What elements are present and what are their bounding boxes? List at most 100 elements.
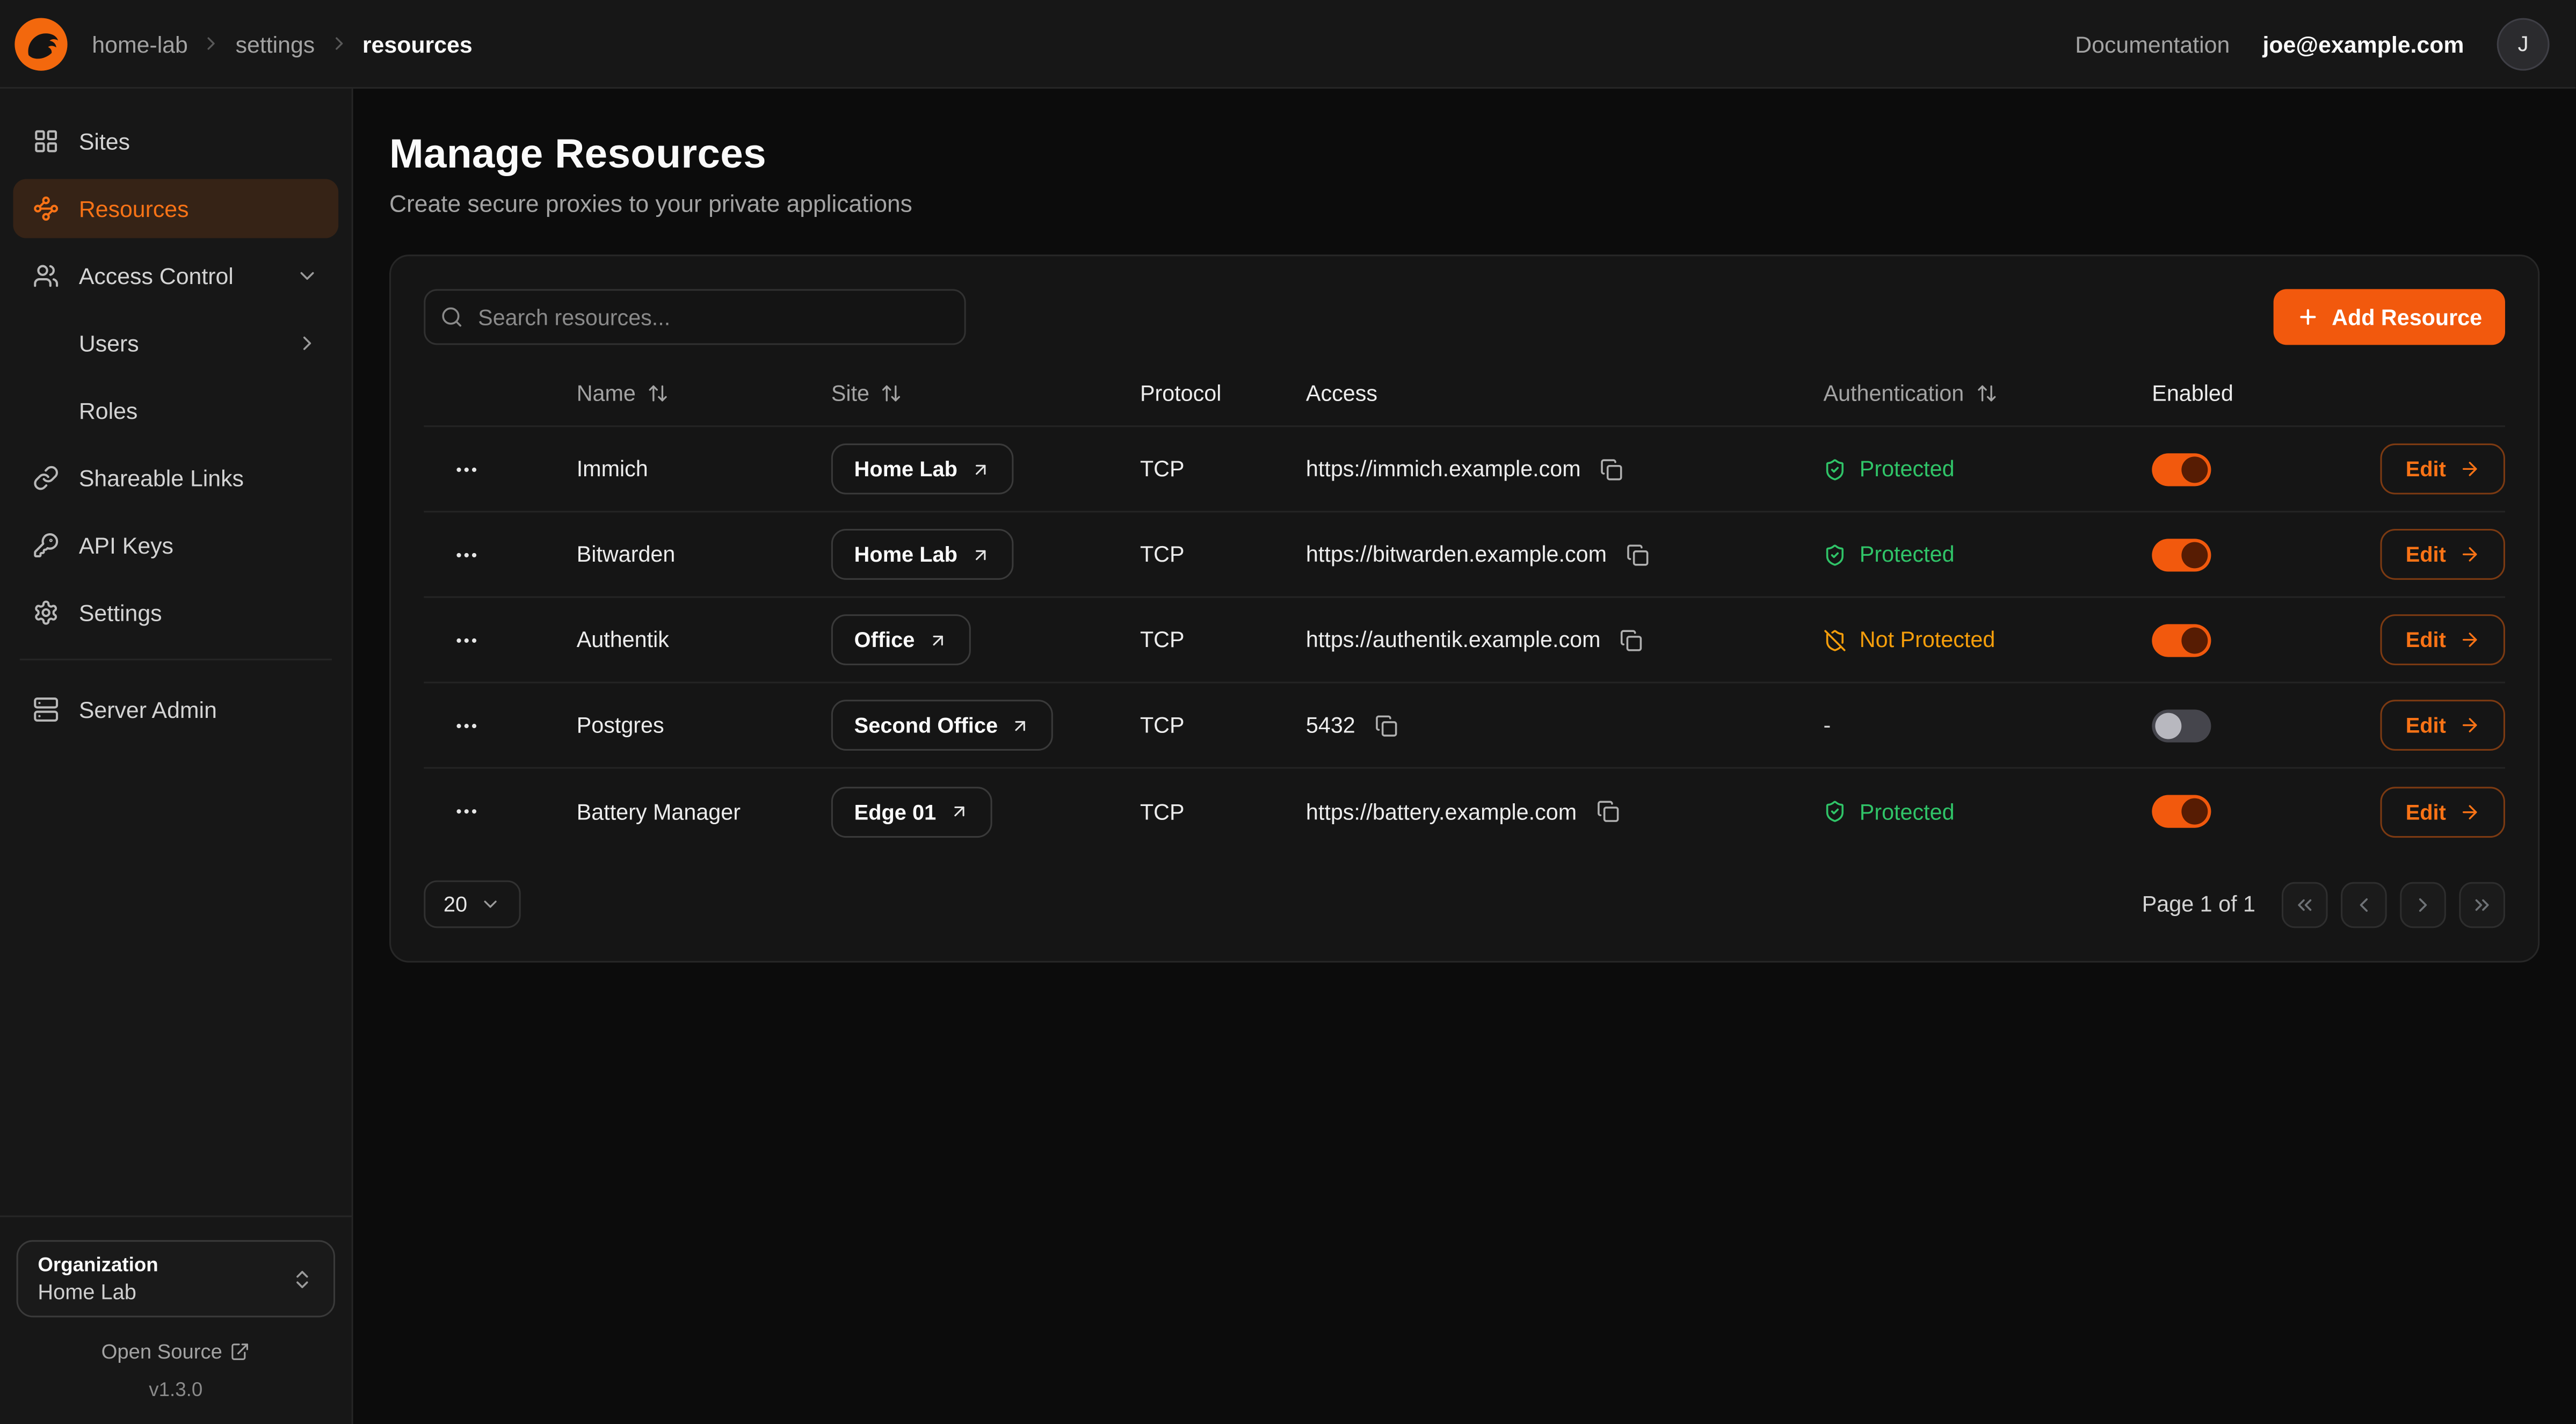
topbar: home-lab settings resources Documentatio…	[0, 0, 2576, 89]
chevrons-up-down-icon	[291, 1267, 314, 1290]
site-link-button[interactable]: Home Lab	[831, 529, 1013, 580]
sidebar-item-shareable-links[interactable]: Shareable Links	[13, 448, 338, 507]
sidebar-item-resources[interactable]: Resources	[13, 179, 338, 238]
breadcrumb-org[interactable]: home-lab	[92, 31, 188, 57]
copy-button[interactable]	[1593, 797, 1623, 826]
plus-icon	[2297, 306, 2320, 329]
row-menu-button[interactable]	[447, 449, 486, 489]
copy-button[interactable]	[1372, 710, 1401, 740]
server-icon	[33, 696, 59, 723]
resource-protocol: TCP	[1140, 542, 1306, 566]
enabled-toggle[interactable]	[2152, 709, 2211, 742]
sidebar-item-server-admin[interactable]: Server Admin	[13, 680, 338, 739]
edit-button[interactable]: Edit	[2381, 444, 2505, 495]
arrow-up-right-icon	[970, 459, 990, 479]
sidebar-item-sites[interactable]: Sites	[13, 112, 338, 171]
external-link-icon	[230, 1342, 250, 1362]
app-logo[interactable]	[13, 16, 69, 71]
sidebar-item-label: Users	[79, 330, 276, 357]
arrow-up-right-icon	[970, 544, 990, 564]
edit-button[interactable]: Edit	[2381, 529, 2505, 580]
ellipsis-icon	[453, 456, 480, 482]
sidebar-item-roles[interactable]: Roles	[13, 381, 338, 440]
copy-button[interactable]	[1597, 454, 1627, 484]
enabled-toggle[interactable]	[2152, 795, 2211, 828]
edit-label: Edit	[2406, 799, 2446, 824]
page-info: Page 1 of 1	[2142, 892, 2255, 917]
edit-label: Edit	[2406, 713, 2446, 738]
sort-site-button[interactable]: Site	[831, 381, 902, 406]
resource-name: Bitwarden	[577, 542, 831, 566]
copy-icon	[1600, 457, 1623, 481]
table-row: Immich Home Lab TCP https://immich.examp…	[424, 427, 2505, 512]
page-size-select[interactable]: 20	[424, 881, 521, 928]
sort-authentication-button[interactable]: Authentication	[1823, 381, 1997, 406]
th-authentication: Authentication	[1823, 381, 2152, 406]
site-name: Edge 01	[854, 799, 937, 824]
site-link-button[interactable]: Edge 01	[831, 786, 992, 837]
site-name: Home Lab	[854, 456, 957, 481]
resource-protocol: TCP	[1140, 799, 1306, 824]
organization-select[interactable]: Organization Home Lab	[17, 1240, 335, 1318]
th-label: Protocol	[1140, 381, 1222, 406]
copy-button[interactable]	[1623, 540, 1653, 569]
th-label: Name	[577, 381, 636, 406]
copy-button[interactable]	[1617, 625, 1646, 655]
sidebar-item-settings[interactable]: Settings	[13, 583, 338, 642]
edit-button[interactable]: Edit	[2381, 700, 2505, 751]
search-input[interactable]	[424, 289, 966, 345]
enabled-toggle[interactable]	[2152, 538, 2211, 571]
sort-name-button[interactable]: Name	[577, 381, 669, 406]
th-label: Enabled	[2152, 381, 2233, 406]
page-title: Manage Resources	[389, 132, 2539, 179]
resources-card: Add Resource Name	[389, 255, 2539, 962]
enabled-toggle[interactable]	[2152, 623, 2211, 656]
row-menu-button[interactable]	[447, 791, 486, 831]
row-menu-button[interactable]	[447, 706, 486, 745]
resource-access-url: https://bitwarden.example.com	[1306, 542, 1607, 566]
previous-page-button[interactable]	[2341, 881, 2387, 927]
sort-icon	[647, 383, 669, 404]
sidebar-item-users[interactable]: Users	[13, 314, 338, 373]
th-enabled: Enabled	[2152, 381, 2349, 406]
row-menu-button[interactable]	[447, 535, 486, 574]
th-site: Site	[831, 381, 1140, 406]
enabled-toggle[interactable]	[2152, 453, 2211, 485]
user-email[interactable]: joe@example.com	[2262, 31, 2464, 57]
th-access: Access	[1306, 381, 1824, 406]
site-link-button[interactable]: Office	[831, 614, 971, 665]
edit-button[interactable]: Edit	[2381, 614, 2505, 665]
shield-off-icon	[1823, 628, 1846, 651]
arrow-right-icon	[2459, 801, 2480, 822]
resource-protocol: TCP	[1140, 456, 1306, 481]
shield-check-icon	[1823, 800, 1846, 823]
authentication-label: Protected	[1860, 542, 1955, 566]
sidebar-item-api-keys[interactable]: API Keys	[13, 516, 338, 575]
table-header-row: Name Site	[424, 381, 2505, 427]
open-source-link[interactable]: Open Source	[17, 1340, 335, 1363]
resource-name: Battery Manager	[577, 799, 831, 824]
edit-button[interactable]: Edit	[2381, 786, 2505, 837]
add-resource-label: Add Resource	[2332, 304, 2482, 329]
authentication-status: Protected	[1823, 456, 2152, 481]
edit-label: Edit	[2406, 628, 2446, 652]
add-resource-button[interactable]: Add Resource	[2274, 289, 2505, 345]
resource-protocol: TCP	[1140, 713, 1306, 738]
last-page-button[interactable]	[2459, 881, 2505, 927]
sidebar-item-access-control[interactable]: Access Control	[13, 246, 338, 306]
organization-label: Organization	[38, 1253, 158, 1276]
sites-icon	[33, 128, 59, 155]
avatar[interactable]: J	[2497, 17, 2550, 70]
breadcrumb-settings[interactable]: settings	[236, 31, 315, 57]
site-link-button[interactable]: Home Lab	[831, 444, 1013, 495]
authentication-status: -	[1823, 713, 2152, 738]
chevron-down-icon	[481, 893, 502, 915]
next-page-button[interactable]	[2400, 881, 2446, 927]
first-page-button[interactable]	[2282, 881, 2328, 927]
search-icon	[440, 306, 463, 329]
documentation-link[interactable]: Documentation	[2075, 31, 2230, 57]
table-row: Authentik Office TCP https://authentik.e…	[424, 598, 2505, 683]
row-menu-button[interactable]	[447, 620, 486, 659]
copy-icon	[1620, 628, 1643, 651]
site-link-button[interactable]: Second Office	[831, 700, 1054, 751]
